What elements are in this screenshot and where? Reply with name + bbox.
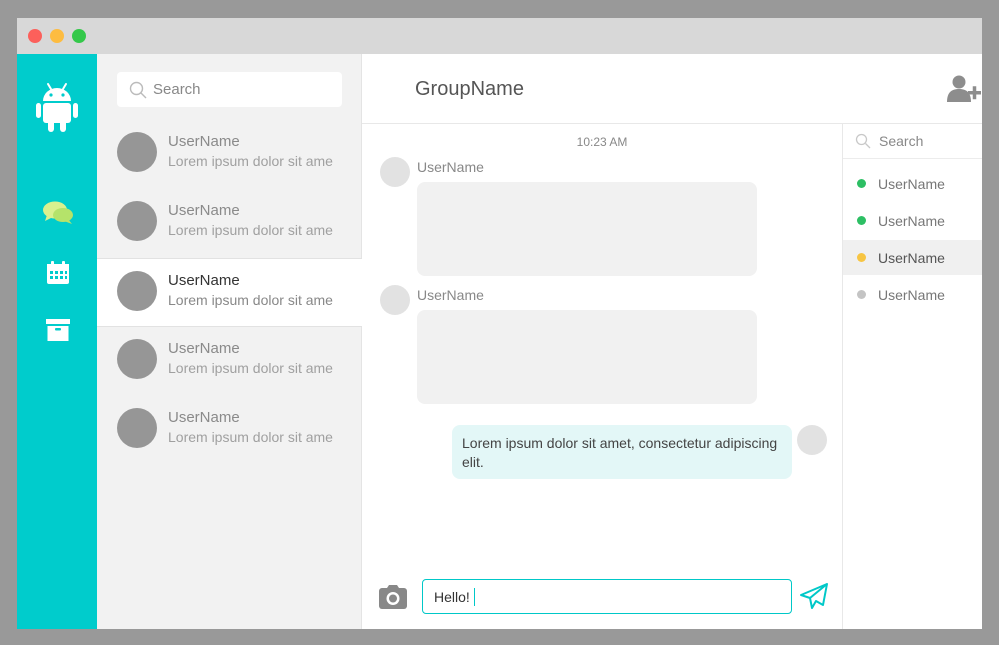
- conversation-item[interactable]: UserName Lorem ipsum dolor sit ame: [97, 327, 362, 396]
- conversation-item[interactable]: UserName Lorem ipsum dolor sit ame: [97, 396, 362, 465]
- group-name: GroupName: [415, 78, 524, 100]
- message-bubble: [417, 310, 757, 404]
- message-username: UserName: [417, 287, 484, 303]
- offline-status-icon: [857, 290, 866, 299]
- search-placeholder: Search: [153, 81, 201, 98]
- camera-icon[interactable]: [378, 584, 408, 610]
- conversation-preview: Lorem ipsum dolor sit ame: [168, 429, 333, 445]
- own-avatar: [797, 425, 827, 455]
- chats-nav-button[interactable]: [43, 199, 73, 227]
- member-item[interactable]: UserName: [843, 203, 982, 238]
- android-logo-icon[interactable]: [36, 82, 78, 134]
- chat-header: GroupName: [362, 54, 982, 124]
- member-name: UserName: [878, 286, 945, 303]
- conversation-name: UserName: [168, 409, 240, 426]
- message-input-value: Hello!: [434, 588, 470, 605]
- conversation-name: UserName: [168, 340, 240, 357]
- archive-icon: [46, 319, 70, 341]
- conversation-item[interactable]: UserName Lorem ipsum dolor sit ame: [97, 189, 362, 258]
- calendar-icon: [47, 261, 69, 284]
- avatar: [117, 339, 157, 379]
- avatar: [117, 201, 157, 241]
- member-name: UserName: [878, 175, 945, 192]
- search-icon: [855, 133, 871, 149]
- chat-panel: GroupName 10:23 AM UserName UserName Lor…: [362, 54, 982, 629]
- send-icon[interactable]: [799, 582, 829, 610]
- own-message-bubble: Lorem ipsum dolor sit amet, consectetur …: [452, 425, 792, 479]
- calendar-nav-button[interactable]: [43, 259, 73, 287]
- conversation-list-panel: Search UserName Lorem ipsum dolor sit am…: [97, 54, 362, 629]
- conversation-preview: Lorem ipsum dolor sit ame: [168, 360, 333, 376]
- message-username: UserName: [417, 159, 484, 175]
- zoom-window-button[interactable]: [72, 29, 86, 43]
- away-status-icon: [857, 253, 866, 262]
- conversation-preview: Lorem ipsum dolor sit ame: [168, 222, 333, 238]
- close-window-button[interactable]: [28, 29, 42, 43]
- chat-bubbles-icon: [43, 201, 73, 224]
- app-window: Search UserName Lorem ipsum dolor sit am…: [17, 18, 982, 629]
- member-item[interactable]: UserName: [843, 166, 982, 201]
- conversation-preview: Lorem ipsum dolor sit ame: [168, 292, 333, 308]
- member-name: UserName: [878, 212, 945, 229]
- archive-nav-button[interactable]: [43, 316, 73, 344]
- conversation-item[interactable]: UserName Lorem ipsum dolor sit ame: [97, 120, 362, 189]
- message-avatar: [380, 157, 410, 187]
- avatar: [117, 132, 157, 172]
- conversation-name: UserName: [168, 202, 240, 219]
- online-status-icon: [857, 216, 866, 225]
- avatar: [117, 408, 157, 448]
- member-search-placeholder: Search: [879, 133, 924, 149]
- message-timestamp: 10:23 AM: [576, 135, 628, 149]
- member-search-input[interactable]: Search: [843, 124, 982, 159]
- message-input[interactable]: Hello!: [422, 579, 792, 614]
- member-item-highlighted[interactable]: UserName: [843, 240, 982, 275]
- text-caret: [473, 587, 475, 606]
- search-icon: [129, 81, 147, 98]
- title-bar: [17, 18, 982, 54]
- message-avatar: [380, 285, 410, 315]
- conversation-item-active[interactable]: UserName Lorem ipsum dolor sit ame: [97, 258, 362, 327]
- online-status-icon: [857, 179, 866, 188]
- add-user-icon[interactable]: [946, 74, 982, 104]
- members-panel: Search UserName UserName UserName UserNa…: [842, 124, 982, 629]
- minimize-window-button[interactable]: [50, 29, 64, 43]
- message-bubble: [417, 182, 757, 276]
- avatar: [117, 271, 157, 311]
- member-name: UserName: [878, 249, 945, 266]
- nav-rail: [17, 54, 97, 629]
- conversation-search-input[interactable]: Search: [117, 72, 342, 107]
- member-item[interactable]: UserName: [843, 277, 982, 312]
- conversation-name: UserName: [168, 133, 240, 150]
- conversation-preview: Lorem ipsum dolor sit ame: [168, 153, 333, 169]
- conversation-list: UserName Lorem ipsum dolor sit ame UserN…: [97, 120, 362, 465]
- conversation-name: UserName: [168, 272, 240, 289]
